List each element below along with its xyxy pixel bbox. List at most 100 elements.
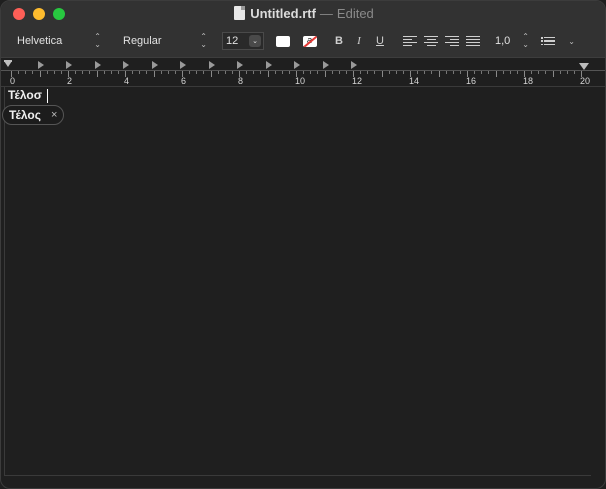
line-spacing-popup[interactable]: 1,0 ⌃ ⌄ <box>495 32 529 50</box>
tab-stop-icon[interactable] <box>66 61 73 69</box>
tab-stop-icon[interactable] <box>265 61 272 69</box>
ruler-tick <box>559 71 561 74</box>
ruler-number: 16 <box>466 76 477 86</box>
textedit-window: Untitled.rtf — Edited Helvetica ⌃ ⌄ Regular… <box>0 0 606 489</box>
ruler-tick <box>75 71 77 74</box>
indent-marker-icon[interactable] <box>4 60 12 67</box>
align-justify-button[interactable] <box>466 32 480 50</box>
ruler-tick <box>217 71 219 74</box>
align-center-button[interactable] <box>424 32 438 50</box>
underline-button[interactable]: U <box>372 32 388 50</box>
tab-stop-icon[interactable] <box>123 61 130 69</box>
ruler-tick <box>310 71 312 74</box>
bulleted-list-icon <box>541 37 555 46</box>
tab-stop-icon[interactable] <box>37 61 44 69</box>
text-a-icon: a <box>307 36 313 45</box>
line-spacing-value: 1,0 <box>495 35 511 47</box>
ruler-tick <box>381 71 383 77</box>
titlebar-toolbar: Untitled.rtf — Edited Helvetica ⌃ ⌄ Regular… <box>1 1 605 61</box>
italic-button[interactable]: I <box>351 32 367 50</box>
ruler-number: 10 <box>295 76 306 86</box>
ruler-tick <box>531 71 533 74</box>
ruler-tick <box>360 71 362 74</box>
font-size-combo[interactable]: 12 ⌄ <box>222 32 264 50</box>
text-color-well[interactable] <box>276 36 290 47</box>
tab-stop-icon[interactable] <box>180 61 187 69</box>
bold-button[interactable]: B <box>331 32 347 50</box>
background-color-well[interactable]: a <box>303 36 317 47</box>
autocorrect-suggestion[interactable]: Τέλος <box>9 108 41 122</box>
ruler[interactable]: 0 2 4 6 8 10 12 14 16 18 20 <box>1 57 605 87</box>
align-right-button[interactable] <box>445 32 459 50</box>
tab-stop-icon[interactable] <box>94 61 101 69</box>
ruler-tick <box>545 71 547 74</box>
ruler-tick <box>210 71 212 77</box>
font-size-value[interactable]: 12 <box>226 35 238 47</box>
document-icon <box>234 6 246 20</box>
ruler-tick <box>60 71 62 74</box>
ruler-tick <box>39 71 41 77</box>
ruler-tick <box>167 71 169 74</box>
ruler-tick <box>445 71 447 74</box>
ruler-tick <box>331 71 333 74</box>
ruler-tick <box>431 71 433 74</box>
ruler-number: 2 <box>67 76 73 86</box>
ruler-number: 20 <box>580 76 591 86</box>
ruler-tick <box>196 71 198 74</box>
tab-stop-icon[interactable] <box>237 61 244 69</box>
tab-stop-icon[interactable] <box>351 61 358 69</box>
chevron-down-icon: ⌄ <box>568 36 575 46</box>
ruler-tick <box>395 71 397 74</box>
ruler-tick <box>388 71 390 74</box>
ruler-tick <box>474 71 476 74</box>
ruler-tick <box>459 71 461 74</box>
document-filename: Untitled.rtf <box>250 6 316 21</box>
ruler-tick <box>231 71 233 74</box>
ruler-tick <box>132 71 134 74</box>
ruler-tick <box>96 71 98 77</box>
ruler-tick <box>46 71 48 74</box>
ruler-tick <box>424 71 426 74</box>
ruler-number: 12 <box>352 76 363 86</box>
align-left-button[interactable] <box>403 32 417 50</box>
ruler-tick <box>438 71 440 77</box>
right-margin-marker-icon[interactable] <box>579 63 589 70</box>
close-icon[interactable]: × <box>51 109 57 121</box>
document-text[interactable]: Τέλοσ <box>8 88 42 102</box>
updown-chevron-icon: ⌃ ⌄ <box>94 32 101 49</box>
ruler-tick <box>288 71 290 74</box>
ruler-number: 4 <box>124 76 130 86</box>
ruler-tick <box>174 71 176 74</box>
ruler-tick <box>402 71 404 74</box>
ruler-tick <box>260 71 262 74</box>
document-text-area[interactable]: Τέλοσ <box>4 87 591 476</box>
chevron-down-icon[interactable]: ⌄ <box>249 35 261 47</box>
autocorrect-bubble[interactable]: Τέλος × <box>2 105 65 125</box>
ruler-tick <box>189 71 191 74</box>
ruler-tick <box>153 71 155 77</box>
edited-status: Edited <box>336 6 374 21</box>
ruler-tick <box>303 71 305 74</box>
list-style-popup[interactable]: ⌄ <box>541 32 575 50</box>
updown-chevron-icon: ⌃ ⌄ <box>522 32 529 49</box>
ruler-tick <box>110 71 112 74</box>
ruler-tick <box>82 71 84 74</box>
tab-stop-icon[interactable] <box>322 61 329 69</box>
ruler-tick <box>502 71 504 74</box>
ruler-tick <box>488 71 490 74</box>
ruler-tick <box>495 71 497 77</box>
font-style-popup[interactable]: Regular ⌃ ⌄ <box>115 32 213 50</box>
tab-stop-icon[interactable] <box>151 61 158 69</box>
tab-stop-icon[interactable] <box>208 61 215 69</box>
ruler-tick <box>338 71 340 74</box>
ruler-tick <box>345 71 347 74</box>
tab-stop-icon[interactable] <box>294 61 301 69</box>
ruler-tick <box>18 71 20 74</box>
window-title: Untitled.rtf — Edited <box>1 6 605 21</box>
ruler-tick <box>267 71 269 77</box>
ruler-tick <box>139 71 141 74</box>
font-family-popup[interactable]: Helvetica ⌃ ⌄ <box>9 32 107 50</box>
ruler-number: 18 <box>523 76 534 86</box>
ruler-tick <box>32 71 34 74</box>
ruler-tick <box>452 71 454 74</box>
